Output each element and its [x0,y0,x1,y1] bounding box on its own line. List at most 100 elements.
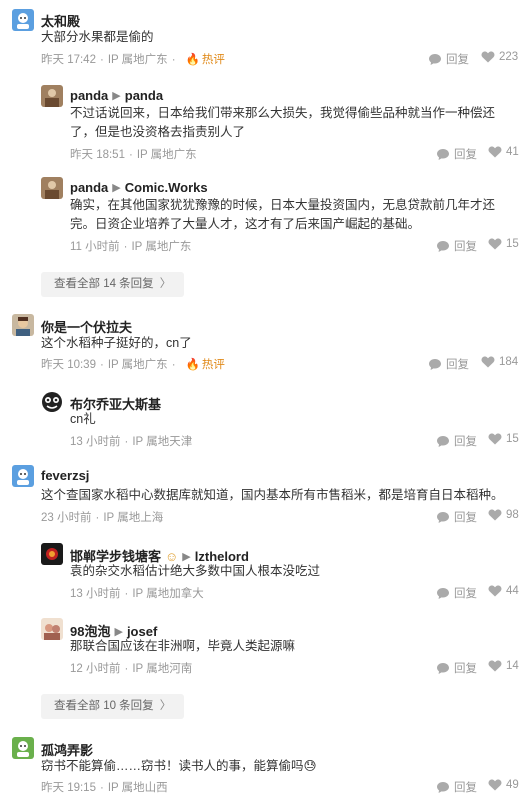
like-button[interactable]: 223 [481,51,518,63]
like-button[interactable]: 41 [488,146,519,158]
reply-button[interactable]: 回复 [436,779,477,795]
like-count: 184 [499,356,519,368]
heart-icon [488,238,502,250]
reply-button[interactable]: 回复 [436,238,477,254]
avatar[interactable] [41,618,63,640]
reply-text: 袁的杂交水稻估计绝大多数中国人根本没吃过 [70,564,321,578]
like-count: 41 [506,146,519,158]
reply-to-username[interactable]: panda [125,88,163,103]
reply-username[interactable]: panda ▶ Comic.Works [70,180,208,195]
comment-text: 大部分水果都是偷的 [41,30,154,44]
like-button[interactable]: 14 [488,660,519,672]
reply-meta: 13 小时前 · IP 属地天津 [70,436,193,448]
timestamp: 11 小时前 [70,241,120,253]
username[interactable]: feverzsj [41,468,89,483]
chat-bubble-icon [437,240,449,252]
heart-icon [488,585,502,597]
reply-arrow-icon: ▶ [112,90,121,102]
heart-icon [488,660,502,672]
like-button[interactable]: 49 [488,779,519,791]
flame-icon: 🔥 [185,359,200,371]
chat-bubble-icon [437,511,449,523]
flame-icon: 🔥 [185,54,200,66]
avatar[interactable] [12,9,34,31]
chat-bubble-icon [429,358,441,370]
reply-text: 确实，在其他国家犹犹豫豫的时候，日本大量投资国内，无息贷款前几年才还完。日资企业… [70,198,496,231]
heart-icon [481,51,495,63]
avatar[interactable] [41,391,63,413]
like-count: 223 [499,51,519,63]
timestamp: 昨天 17:42 [41,54,96,66]
comment-text: 窃书不能算偷……窃书！读书人的事，能算偷吗😓 [41,759,317,773]
view-all-replies-button[interactable]: 查看全部 10 条回复〉 [41,694,185,719]
hot-badge: 热评 [201,54,225,66]
reply-button[interactable]: 回复 [436,146,477,162]
comment-text: 这个查国家水稻中心数据库就知道，国内基本所有市售稻米，都是培育自日本稻种。 [41,488,504,502]
ip-location: IP 属地加拿大 [132,588,204,600]
reply-meta: 昨天 18:51 · IP 属地广东 [70,149,197,161]
chevron-right-icon: 〉 [159,278,172,290]
timestamp: 昨天 18:51 [70,149,125,161]
view-all-replies-button[interactable]: 查看全部 14 条回复〉 [41,272,185,297]
reply-text: cn礼 [70,412,96,426]
like-button[interactable]: 15 [488,238,519,250]
chat-bubble-icon [437,587,449,599]
ip-location: IP 属地广东 [107,359,168,371]
reply-button[interactable]: 回复 [436,585,477,601]
avatar[interactable] [41,177,63,199]
avatar[interactable] [12,737,34,759]
avatar[interactable] [12,465,34,487]
heart-icon [488,779,502,791]
reply-to-username[interactable]: Comic.Works [125,180,208,195]
reply-button[interactable]: 回复 [428,356,469,372]
like-count: 15 [506,433,519,445]
chevron-right-icon: 〉 [159,700,172,712]
ip-location: IP 属地天津 [132,436,193,448]
ip-location: IP 属地广东 [136,149,197,161]
like-count: 44 [506,585,519,597]
ip-location: IP 属地河南 [132,663,193,675]
ip-location: IP 属地广东 [107,54,168,66]
comment-meta: 23 小时前 · IP 属地上海 [41,512,164,524]
chat-bubble-icon [437,148,449,160]
reply-text: 不过话说回来，日本给我们带来那么大损失，我觉得偷些品种就当作一种偿还了，但是也没… [70,106,496,139]
avatar[interactable] [12,314,34,336]
reply-button[interactable]: 回复 [436,660,477,676]
heart-icon [481,356,495,368]
reply-button[interactable]: 回复 [436,509,477,525]
timestamp: 13 小时前 [70,436,121,448]
comment-meta: 昨天 17:42 · IP 属地广东 · 🔥 热评 [41,54,225,66]
timestamp: 23 小时前 [41,512,92,524]
timestamp: 13 小时前 [70,588,121,600]
reply-meta: 12 小时前 · IP 属地河南 [70,663,193,675]
ip-location: IP 属地上海 [103,512,164,524]
heart-icon [488,433,502,445]
reply-meta: 11 小时前 · IP 属地广东 [70,241,192,253]
like-button[interactable]: 15 [488,433,519,445]
reply-meta: 13 小时前 · IP 属地加拿大 [70,588,204,600]
reply-button[interactable]: 回复 [436,433,477,449]
like-count: 14 [506,660,519,672]
avatar[interactable] [41,85,63,107]
reply-username[interactable]: panda ▶ panda [70,88,163,103]
like-button[interactable]: 44 [488,585,519,597]
comment-text: 这个水稻种子挺好的，cn了 [41,336,192,350]
timestamp: 昨天 10:39 [41,359,96,371]
chat-bubble-icon [437,435,449,447]
like-button[interactable]: 184 [481,356,518,368]
like-count: 15 [506,238,519,250]
heart-icon [488,146,502,158]
timestamp: 12 小时前 [70,663,121,675]
comment-meta: 昨天 19:15 · IP 属地山西 [41,782,168,794]
timestamp: 昨天 19:15 [41,782,96,794]
reply-button[interactable]: 回复 [428,51,469,67]
reply-arrow-icon: ▶ [112,182,121,194]
ip-location: IP 属地山西 [107,782,168,794]
chat-bubble-icon [437,662,449,674]
avatar[interactable] [41,543,63,565]
comment-meta: 昨天 10:39 · IP 属地广东 · 🔥 热评 [41,359,225,371]
hot-badge: 热评 [201,359,225,371]
like-count: 49 [506,779,519,791]
like-button[interactable]: 98 [488,509,519,521]
chat-bubble-icon [429,53,441,65]
